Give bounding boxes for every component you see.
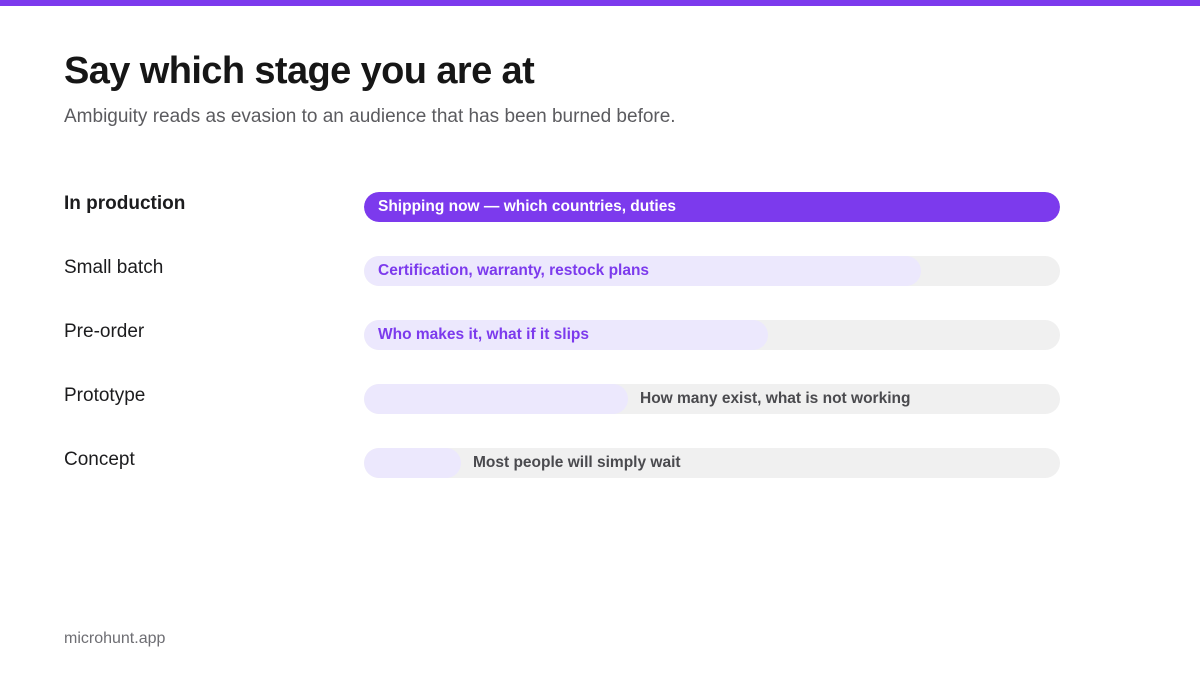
page-subtitle: Ambiguity reads as evasion to an audienc… (64, 106, 676, 127)
stage-bar-track: How many exist, what is not working (364, 384, 1060, 414)
stage-row: Small batch Certification, warranty, rest… (64, 256, 1064, 286)
footer-domain: microhunt.app (64, 630, 166, 647)
stage-note: Who makes it, what if it slips (378, 326, 590, 343)
stage-label: Pre-order (64, 321, 145, 342)
stage-bar-fill (364, 448, 461, 478)
stage-row: In production Shipping now — which countr… (64, 192, 1064, 222)
stage-bar-track: Certification, warranty, restock plans (364, 256, 1060, 286)
stage-label: Concept (64, 449, 135, 470)
stage-bar-fill (364, 384, 628, 414)
stage-label: Prototype (64, 385, 146, 406)
stage-note: Shipping now — which countries, duties (378, 198, 676, 215)
stage-bar-track: Shipping now — which countries, duties (364, 192, 1060, 222)
stage-row: Concept Most people will simply wait (64, 448, 1064, 478)
stage-note: Most people will simply wait (473, 454, 681, 471)
stage-label: Small batch (64, 257, 164, 278)
stage-note: Certification, warranty, restock plans (378, 262, 650, 279)
stage-note: How many exist, what is not working (640, 390, 911, 407)
stage-row: Prototype How many exist, what is not wor… (64, 384, 1064, 414)
stage-label: In production (64, 193, 186, 214)
stage-bar-track: Who makes it, what if it slips (364, 320, 1060, 350)
stage-bar-track: Most people will simply wait (364, 448, 1060, 478)
page-title: Say which stage you are at (64, 50, 535, 92)
stage-row: Pre-order Who makes it, what if it slips (64, 320, 1064, 350)
accent-top-bar (0, 0, 1200, 6)
